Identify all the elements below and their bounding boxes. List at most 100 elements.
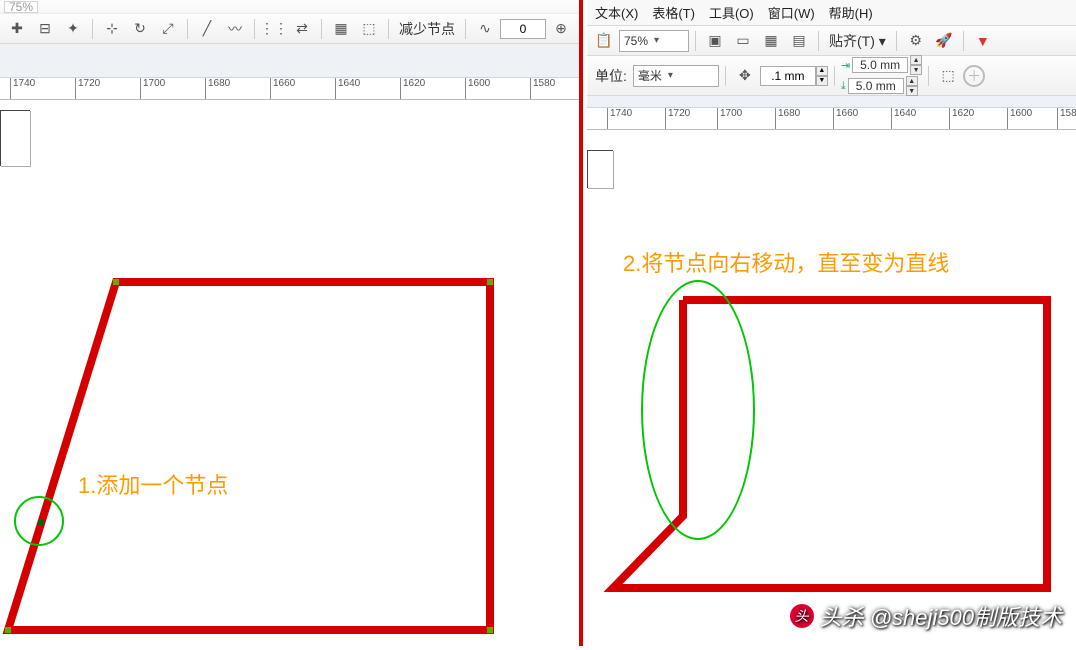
- tick-label: 1660: [836, 108, 858, 119]
- zoom-combo-cut[interactable]: 75%: [4, 1, 38, 13]
- tick-label: 1700: [143, 78, 165, 89]
- to-curve-icon[interactable]: 〰: [222, 17, 248, 41]
- annotation-circle-1: [14, 496, 64, 546]
- separator: [92, 19, 93, 39]
- paste-icon[interactable]: 📋: [591, 29, 617, 53]
- unit-label: 单位:: [591, 66, 631, 86]
- ruler-horizontal-right: 1740 1720 1700 1680 1660 1640 1620 1600 …: [587, 108, 1076, 130]
- watermark-logo-icon: 头: [790, 604, 814, 628]
- show-guides-icon[interactable]: ▤: [786, 29, 812, 53]
- separator: [388, 19, 389, 39]
- show-grid-icon[interactable]: ▦: [758, 29, 784, 53]
- separator: [963, 31, 964, 51]
- snap-label: 贴齐(T): [829, 33, 875, 49]
- tick-label: 1580: [533, 78, 555, 89]
- separator: [187, 19, 188, 39]
- zoom-value: 75%: [9, 0, 33, 14]
- tick-label: 1680: [208, 78, 230, 89]
- chevron-down-icon: ▾: [668, 70, 673, 81]
- top-toolbar-partial: 75%: [0, 0, 579, 14]
- select-all-nodes-icon[interactable]: ⬚: [356, 17, 382, 41]
- nudge-icon: ✥: [732, 64, 758, 88]
- tick-label: 1640: [338, 78, 360, 89]
- fullscreen-icon[interactable]: ▣: [702, 29, 728, 53]
- tick-label: 1600: [1010, 108, 1032, 119]
- menu-text[interactable]: 文本(X): [595, 3, 638, 22]
- delete-node-icon[interactable]: ⊟: [32, 17, 58, 41]
- zoom-combo[interactable]: 75% ▾: [619, 30, 689, 52]
- separator: [695, 31, 696, 51]
- dup-x-value: 5.0 mm: [860, 58, 900, 72]
- show-rulers-icon[interactable]: ▭: [730, 29, 756, 53]
- ruler-horizontal-left: 1740 1720 1700 1680 1660 1640 1620 1600 …: [0, 78, 579, 100]
- tick-label: 1740: [13, 78, 35, 89]
- property-bar: 单位: 毫米 ▾ ✥ .1 mm ▲▼ ⇥ 5.0 mm ▲▼ ⤓ 5.0 mm…: [587, 56, 1076, 96]
- tick-label: 1620: [952, 108, 974, 119]
- reflect-h-icon[interactable]: ⇄: [289, 17, 315, 41]
- tick-label: 1660: [273, 78, 295, 89]
- menu-help[interactable]: 帮助(H): [829, 3, 873, 22]
- extend-icon[interactable]: ⤢: [155, 17, 181, 41]
- unit-combo[interactable]: 毫米 ▾: [633, 65, 719, 87]
- unit-value: 毫米: [638, 67, 662, 84]
- dup-x-icon: ⇥: [841, 59, 850, 72]
- shape-trapezoid[interactable]: [0, 110, 583, 650]
- dup-y-icon: ⤓: [841, 80, 846, 93]
- annotation-text-1: 1.添加一个节点: [78, 468, 228, 500]
- options-icon[interactable]: ⊕: [548, 17, 574, 41]
- separator: [254, 19, 255, 39]
- zoom-value: 75%: [624, 34, 648, 48]
- menu-bar: 文本(X) 表格(T) 工具(O) 窗口(W) 帮助(H): [587, 0, 1076, 26]
- treat-as-filled-icon[interactable]: ⬚: [935, 64, 961, 88]
- align-nodes-icon[interactable]: ⋮⋮: [261, 17, 287, 41]
- dup-y-row[interactable]: ⤓ 5.0 mm ▲▼: [841, 76, 922, 96]
- separator: [834, 66, 835, 86]
- tick-label: 1620: [403, 78, 425, 89]
- canvas-right[interactable]: 2.将节点向右移动，直至变为直线: [587, 150, 1076, 646]
- tick-label: 1740: [610, 108, 632, 119]
- spinner-buttons[interactable]: ▲▼: [910, 55, 922, 75]
- curve-smooth-icon[interactable]: ∿: [472, 17, 498, 41]
- dup-x-row[interactable]: ⇥ 5.0 mm ▲▼: [841, 55, 922, 75]
- menu-window[interactable]: 窗口(W): [768, 3, 815, 22]
- reduce-nodes-button[interactable]: 减少节点: [395, 19, 459, 39]
- elastic-icon[interactable]: ▦: [328, 17, 354, 41]
- tick-label: 1680: [778, 108, 800, 119]
- tick-label: 1720: [78, 78, 100, 89]
- tick-label: 1700: [720, 108, 742, 119]
- options-icon[interactable]: ⚙: [903, 29, 929, 53]
- join-nodes-icon[interactable]: ✦: [60, 17, 86, 41]
- separator: [928, 66, 929, 86]
- add-preset-button[interactable]: ＋: [963, 65, 985, 87]
- standard-toolbar: 📋 75% ▾ ▣ ▭ ▦ ▤ 贴齐(T) ▾ ⚙ 🚀 ▼: [587, 26, 1076, 56]
- separator: [896, 31, 897, 51]
- launch-icon[interactable]: 🚀: [931, 29, 957, 53]
- nudge-value: .1 mm: [771, 69, 804, 83]
- nudge-input[interactable]: .1 mm ▲▼: [760, 66, 828, 86]
- snap-dropdown[interactable]: 贴齐(T) ▾: [825, 31, 890, 51]
- tick-label: 1720: [668, 108, 690, 119]
- annotation-text-2: 2.将节点向右移动，直至变为直线: [623, 246, 949, 278]
- annotation-ellipse-2: [641, 280, 755, 540]
- separator: [321, 19, 322, 39]
- break-node-icon[interactable]: ⊹: [99, 17, 125, 41]
- tab-strip: [0, 44, 579, 78]
- spinner-buttons[interactable]: ▲▼: [816, 66, 828, 86]
- separator: [465, 19, 466, 39]
- spacer: [587, 96, 1076, 108]
- tick-label: 1600: [468, 78, 490, 89]
- canvas-left[interactable]: 1.添加一个节点: [0, 110, 579, 646]
- dup-y-value: 5.0 mm: [856, 79, 896, 93]
- chevron-down-icon: ▾: [654, 35, 659, 46]
- watermark-text: 头杀 @sheji500制版技术: [820, 600, 1062, 632]
- angle-input[interactable]: 0: [500, 19, 546, 39]
- menu-table[interactable]: 表格(T): [652, 3, 695, 22]
- app-launcher-icon[interactable]: ▼: [970, 29, 996, 53]
- to-line-icon[interactable]: ╱: [194, 17, 220, 41]
- watermark: 头 头杀 @sheji500制版技术: [790, 600, 1062, 632]
- spinner-buttons[interactable]: ▲▼: [906, 76, 918, 96]
- menu-tools[interactable]: 工具(O): [709, 3, 754, 22]
- reverse-icon[interactable]: ↻: [127, 17, 153, 41]
- add-node-icon[interactable]: ✚: [4, 17, 30, 41]
- angle-value: 0: [520, 22, 527, 36]
